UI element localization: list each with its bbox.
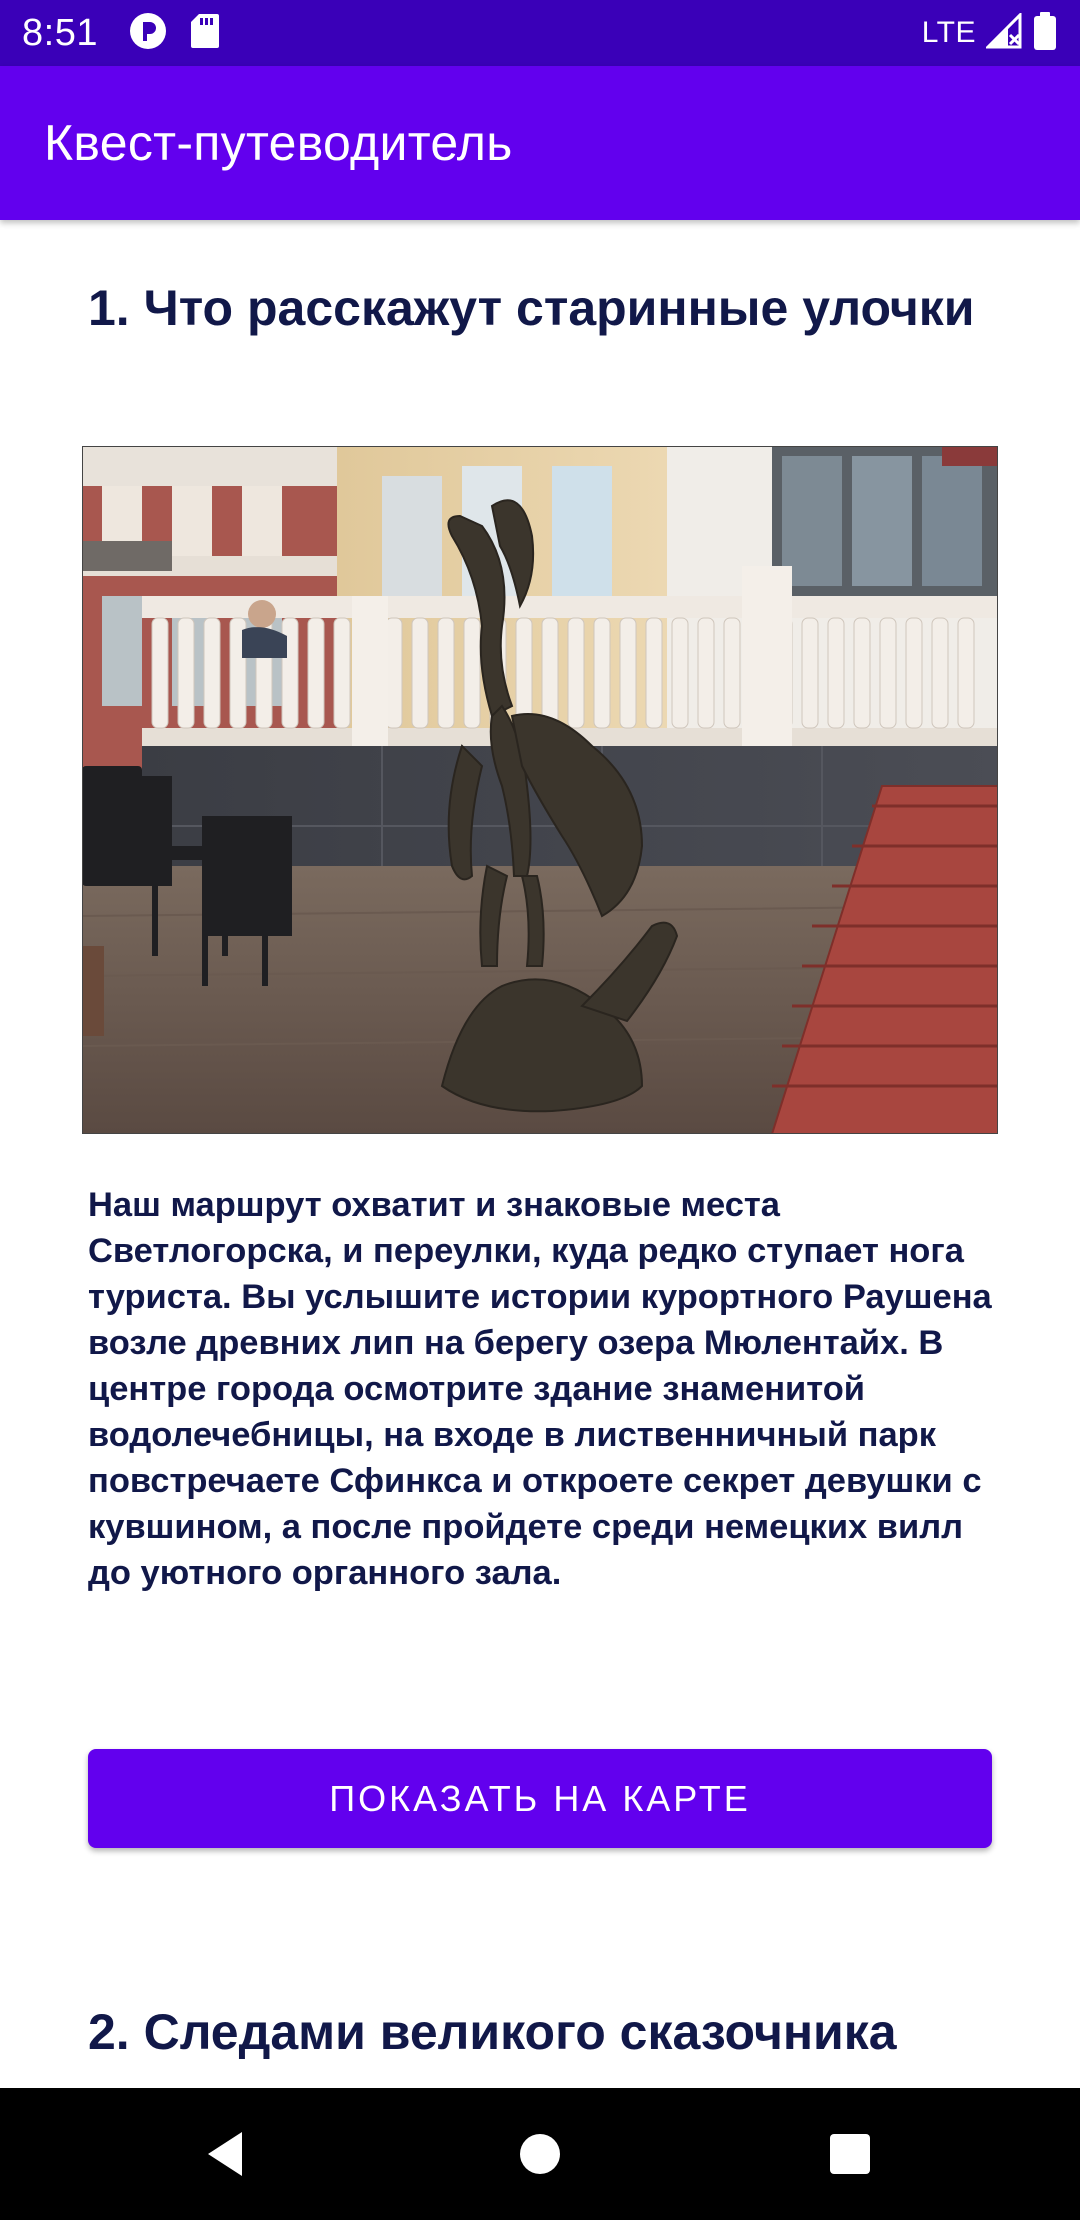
notification-p-icon (128, 11, 168, 56)
content-scroll[interactable]: 1. Что расскажут старинные улочки Наш ма… (0, 220, 1080, 2088)
navigation-bar (0, 2088, 1080, 2220)
signal-icon (984, 10, 1022, 54)
back-icon[interactable] (194, 2122, 258, 2186)
photo-statue-girl-with-jug (82, 446, 998, 1134)
notification-icons (128, 11, 220, 56)
section-description: Наш маршрут охватит и знаковые места Све… (88, 1186, 992, 1592)
home-icon[interactable] (508, 2122, 572, 2186)
status-time: 8:51 (22, 11, 98, 54)
recents-icon[interactable] (818, 2122, 882, 2186)
app-bar: Квест-путеводитель (0, 66, 1080, 220)
show-on-map-button[interactable]: ПОКАЗАТЬ НА КАРТЕ (88, 1749, 992, 1848)
app-title: Квест-путеводитель (44, 115, 513, 171)
section-photo (82, 446, 998, 1134)
section-title: 1. Что расскажут старинные улочки (88, 280, 975, 336)
section-title: 2. Следами великого сказочника (88, 2004, 897, 2060)
status-bar: 8:51 LTE (0, 0, 1080, 66)
battery-icon (1032, 11, 1058, 56)
sd-card-icon (190, 13, 220, 54)
status-right-group: LTE (921, 10, 1058, 56)
network-type: LTE (921, 16, 976, 49)
